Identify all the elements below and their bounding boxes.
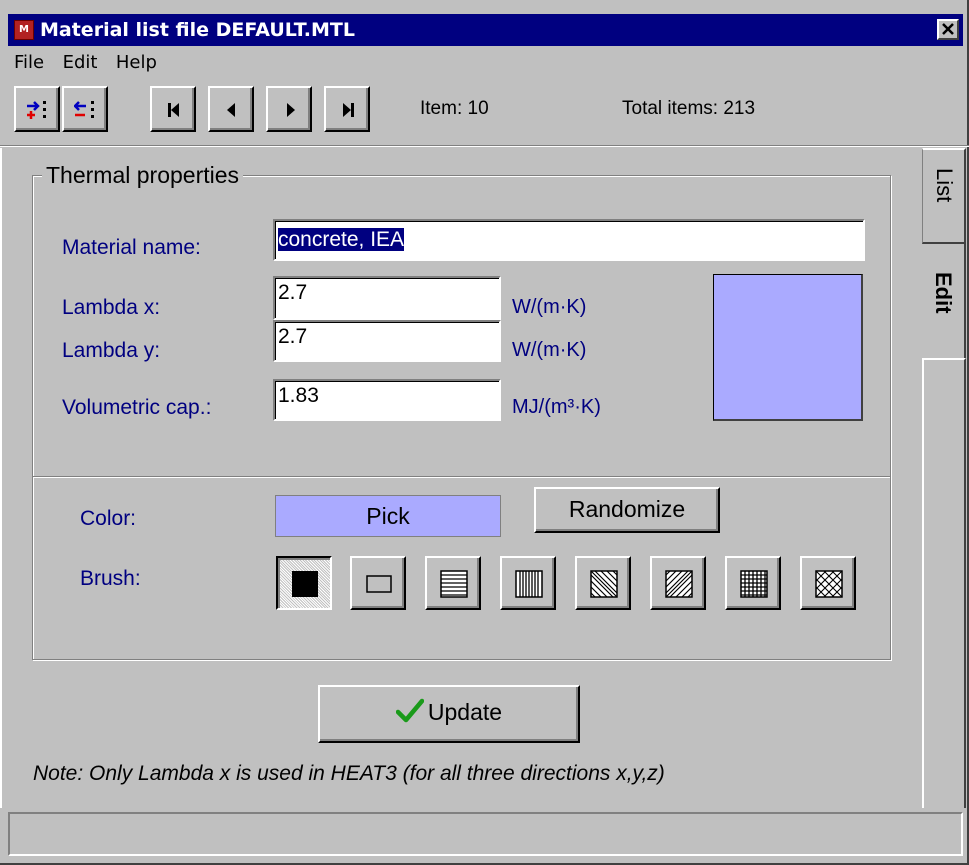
toolbar: Item: 10 Total items: 213 — [10, 86, 960, 138]
first-record-icon — [168, 103, 179, 117]
next-record-button[interactable] — [266, 86, 312, 132]
checkmark-icon — [395, 698, 425, 723]
brush-diagcross-button[interactable] — [800, 556, 856, 610]
lambda-y-unit: W/(m·K) — [512, 339, 587, 361]
material-name-value: concrete, IEA — [278, 228, 405, 251]
first-record-button[interactable] — [150, 86, 196, 132]
lambda-x-input[interactable]: 2.7 — [273, 276, 501, 320]
clear-brush-icon — [366, 575, 392, 593]
lambda-x-unit: W/(m·K) — [512, 296, 587, 318]
close-icon — [942, 23, 954, 35]
item-counter: Item: 10 — [420, 98, 489, 119]
delete-item-button[interactable] — [62, 86, 108, 132]
tab-list[interactable]: List — [922, 148, 966, 244]
vertical-brush-icon — [515, 570, 543, 598]
volumetric-cap-unit: MJ/(m³·K) — [512, 396, 601, 418]
horizontal-brush-icon — [440, 570, 468, 598]
brush-bdiagonal-button[interactable] — [650, 556, 706, 610]
previous-record-button[interactable] — [208, 86, 254, 132]
update-button[interactable]: Update — [318, 685, 580, 743]
add-item-button[interactable] — [14, 86, 60, 132]
cross-brush-icon — [740, 570, 768, 598]
status-bar — [8, 812, 963, 856]
solid-brush-icon — [292, 571, 318, 597]
brush-vertical-button[interactable] — [500, 556, 556, 610]
last-record-button[interactable] — [324, 86, 370, 132]
volumetric-cap-value: 1.83 — [278, 384, 319, 407]
total-items: Total items: 213 — [622, 98, 756, 119]
previous-record-icon — [227, 103, 235, 117]
brush-label: Brush: — [80, 567, 141, 590]
brush-clear-button[interactable] — [350, 556, 406, 610]
pick-color-button[interactable]: Pick — [275, 495, 501, 537]
update-label: Update — [427, 699, 503, 725]
randomize-button[interactable]: Randomize — [534, 487, 720, 533]
group-title: Thermal properties — [42, 162, 244, 189]
title-bar[interactable]: M Material list file DEFAULT.MTL — [8, 14, 963, 46]
lambda-y-input[interactable]: 2.7 — [273, 320, 501, 362]
material-color-preview — [713, 274, 863, 421]
bdiagonal-brush-icon — [665, 570, 693, 598]
tab-edit[interactable]: Edit — [922, 244, 966, 360]
next-record-icon — [287, 103, 295, 117]
window-title: Material list file DEFAULT.MTL — [40, 19, 355, 41]
volumetric-cap-label: Volumetric cap.: — [62, 396, 212, 419]
close-button[interactable] — [937, 19, 959, 40]
lambda-y-value: 2.7 — [278, 325, 308, 348]
lambda-y-label: Lambda y: — [62, 339, 161, 362]
lambda-note: Note: Only Lambda x is used in HEAT3 (fo… — [33, 762, 665, 785]
delete-item-icon — [74, 101, 94, 118]
brush-horizontal-button[interactable] — [425, 556, 481, 610]
fdiagonal-brush-icon — [590, 570, 618, 598]
lambda-x-label: Lambda x: — [62, 296, 161, 319]
lambda-x-value: 2.7 — [278, 281, 308, 304]
material-list-window: M Material list file DEFAULT.MTL File Ed… — [0, 0, 969, 865]
toolbar-separator — [0, 145, 969, 147]
tab-edit-label: Edit — [931, 272, 956, 314]
menu-edit[interactable]: Edit — [63, 52, 98, 73]
diagcross-brush-icon — [815, 570, 843, 598]
tab-list-label: List — [932, 168, 957, 203]
volumetric-cap-input[interactable]: 1.83 — [273, 379, 501, 421]
brush-cross-button[interactable] — [725, 556, 781, 610]
brush-fdiagonal-button[interactable] — [575, 556, 631, 610]
group-divider — [33, 476, 890, 478]
menu-help[interactable]: Help — [116, 52, 157, 73]
menu-file[interactable]: File — [14, 52, 44, 73]
last-record-icon — [343, 103, 354, 117]
menu-bar: File Edit Help — [14, 52, 171, 80]
material-name-input[interactable]: concrete, IEA — [273, 219, 865, 261]
app-icon: M — [14, 20, 34, 40]
tab-panel-edge — [922, 358, 966, 808]
material-name-label: Material name: — [62, 236, 201, 259]
add-item-icon — [27, 101, 46, 119]
color-label: Color: — [80, 507, 137, 530]
brush-solid-button[interactable] — [276, 556, 332, 610]
